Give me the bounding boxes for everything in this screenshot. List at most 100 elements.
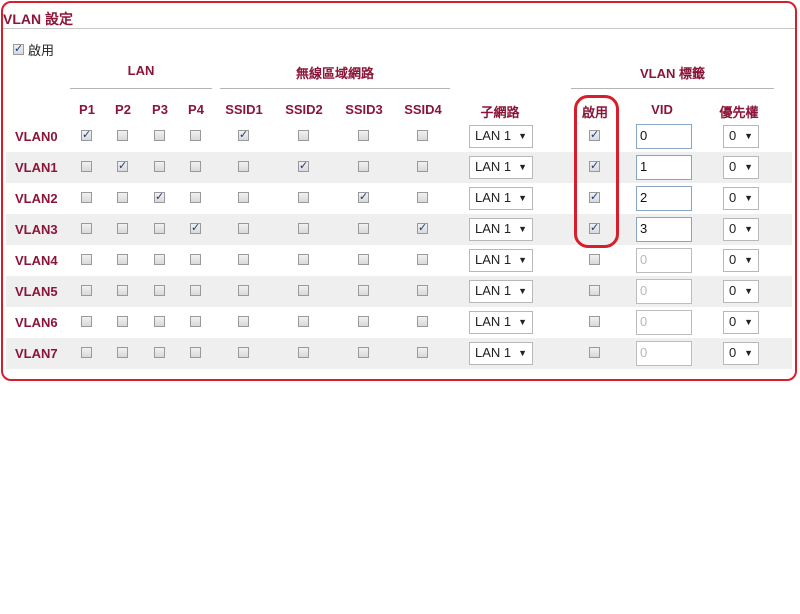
lan-port-p2-checkbox[interactable] — [117, 316, 128, 327]
master-enable-label: 啟用 — [28, 43, 55, 58]
lan-port-p2-checkbox[interactable] — [117, 192, 128, 203]
vlan-tag-enable-checkbox[interactable] — [589, 159, 600, 172]
master-enable-checkbox[interactable] — [13, 42, 24, 55]
ssid2-checkbox[interactable] — [298, 254, 309, 265]
ssid1-checkbox[interactable] — [238, 161, 249, 172]
vid-input[interactable]: 0 — [636, 310, 692, 335]
lan-port-p1-checkbox[interactable] — [81, 192, 92, 203]
vid-input[interactable]: 0 — [636, 248, 692, 273]
vid-input[interactable]: 3 — [636, 217, 692, 242]
lan-port-p2-checkbox[interactable] — [117, 254, 128, 265]
lan-port-p2-checkbox[interactable] — [117, 285, 128, 296]
ssid3-checkbox[interactable] — [358, 254, 369, 265]
ssid2-checkbox[interactable] — [298, 316, 309, 327]
ssid1-checkbox[interactable] — [238, 347, 249, 358]
priority-select[interactable]: 0 ▼ — [723, 218, 759, 241]
lan-port-p4-checkbox[interactable] — [190, 347, 201, 358]
ssid2-checkbox[interactable] — [298, 130, 309, 141]
subnet-select[interactable]: LAN 1 ▼ — [469, 218, 533, 241]
lan-port-p2-checkbox[interactable] — [117, 130, 128, 141]
lan-port-p1-checkbox[interactable] — [81, 347, 92, 358]
lan-port-p4-checkbox[interactable] — [190, 161, 201, 172]
priority-select-value: 0 — [729, 345, 737, 360]
lan-port-p4-checkbox[interactable] — [190, 130, 201, 141]
vid-input[interactable]: 1 — [636, 155, 692, 180]
ssid1-checkbox[interactable] — [238, 316, 249, 327]
ssid4-checkbox[interactable] — [417, 221, 428, 234]
priority-select[interactable]: 0 ▼ — [723, 311, 759, 334]
subnet-select[interactable]: LAN 1 ▼ — [469, 280, 533, 303]
lan-port-p4-checkbox[interactable] — [190, 221, 201, 234]
subnet-select[interactable]: LAN 1 ▼ — [469, 156, 533, 179]
lan-port-p1-checkbox[interactable] — [81, 316, 92, 327]
subnet-select[interactable]: LAN 1 ▼ — [469, 125, 533, 148]
vid-input[interactable]: 0 — [636, 279, 692, 304]
lan-port-p4-checkbox[interactable] — [190, 316, 201, 327]
lan-port-p1-checkbox[interactable] — [81, 161, 92, 172]
ssid3-checkbox[interactable] — [358, 190, 369, 203]
ssid4-checkbox[interactable] — [417, 130, 428, 141]
subnet-select[interactable]: LAN 1 ▼ — [469, 342, 533, 365]
ssid2-checkbox[interactable] — [298, 285, 309, 296]
lan-port-p4-checkbox[interactable] — [190, 254, 201, 265]
ssid1-checkbox[interactable] — [238, 254, 249, 265]
vlan-tag-enable-checkbox[interactable] — [589, 221, 600, 234]
ssid4-checkbox[interactable] — [417, 254, 428, 265]
vlan-tag-enable-checkbox[interactable] — [589, 285, 600, 296]
ssid1-checkbox[interactable] — [238, 285, 249, 296]
vlan-tag-enable-checkbox[interactable] — [589, 316, 600, 327]
ssid3-checkbox[interactable] — [358, 223, 369, 234]
lan-port-p3-checkbox[interactable] — [154, 130, 165, 141]
vlan-tag-enable-checkbox[interactable] — [589, 254, 600, 265]
vid-input[interactable]: 2 — [636, 186, 692, 211]
priority-select[interactable]: 0 ▼ — [723, 342, 759, 365]
vlan-tag-enable-checkbox[interactable] — [589, 128, 600, 141]
ssid1-checkbox[interactable] — [238, 192, 249, 203]
lan-port-p3-checkbox[interactable] — [154, 190, 165, 203]
vlan-tag-enable-checkbox[interactable] — [589, 347, 600, 358]
ssid2-checkbox[interactable] — [298, 223, 309, 234]
ssid4-checkbox[interactable] — [417, 161, 428, 172]
priority-select[interactable]: 0 ▼ — [723, 156, 759, 179]
vid-input[interactable]: 0 — [636, 341, 692, 366]
priority-select[interactable]: 0 ▼ — [723, 187, 759, 210]
lan-port-p2-checkbox[interactable] — [117, 159, 128, 172]
lan-port-p1-checkbox[interactable] — [81, 285, 92, 296]
ssid2-checkbox[interactable] — [298, 347, 309, 358]
subnet-select[interactable]: LAN 1 ▼ — [469, 249, 533, 272]
lan-port-p3-checkbox[interactable] — [154, 316, 165, 327]
priority-select[interactable]: 0 ▼ — [723, 249, 759, 272]
ssid3-checkbox[interactable] — [358, 161, 369, 172]
chevron-down-icon: ▼ — [518, 348, 527, 358]
lan-port-p1-checkbox[interactable] — [81, 128, 92, 141]
ssid1-checkbox[interactable] — [238, 223, 249, 234]
lan-port-p4-checkbox[interactable] — [190, 285, 201, 296]
lan-port-p2-checkbox[interactable] — [117, 223, 128, 234]
ssid3-checkbox[interactable] — [358, 130, 369, 141]
lan-port-p3-checkbox[interactable] — [154, 223, 165, 234]
priority-select[interactable]: 0 ▼ — [723, 280, 759, 303]
vid-input[interactable]: 0 — [636, 124, 692, 149]
lan-port-p3-checkbox[interactable] — [154, 285, 165, 296]
lan-port-p3-checkbox[interactable] — [154, 347, 165, 358]
lan-port-p1-checkbox[interactable] — [81, 254, 92, 265]
lan-port-p2-checkbox[interactable] — [117, 347, 128, 358]
ssid3-checkbox[interactable] — [358, 316, 369, 327]
ssid3-checkbox[interactable] — [358, 285, 369, 296]
lan-port-p3-checkbox[interactable] — [154, 254, 165, 265]
subnet-select[interactable]: LAN 1 ▼ — [469, 311, 533, 334]
ssid2-checkbox[interactable] — [298, 192, 309, 203]
ssid2-checkbox[interactable] — [298, 159, 309, 172]
priority-select[interactable]: 0 ▼ — [723, 125, 759, 148]
lan-port-p3-checkbox[interactable] — [154, 161, 165, 172]
ssid3-checkbox[interactable] — [358, 347, 369, 358]
subnet-select[interactable]: LAN 1 ▼ — [469, 187, 533, 210]
ssid4-checkbox[interactable] — [417, 316, 428, 327]
ssid4-checkbox[interactable] — [417, 192, 428, 203]
ssid4-checkbox[interactable] — [417, 285, 428, 296]
ssid4-checkbox[interactable] — [417, 347, 428, 358]
lan-port-p4-checkbox[interactable] — [190, 192, 201, 203]
lan-port-p1-checkbox[interactable] — [81, 223, 92, 234]
ssid1-checkbox[interactable] — [238, 128, 249, 141]
vlan-tag-enable-checkbox[interactable] — [589, 190, 600, 203]
